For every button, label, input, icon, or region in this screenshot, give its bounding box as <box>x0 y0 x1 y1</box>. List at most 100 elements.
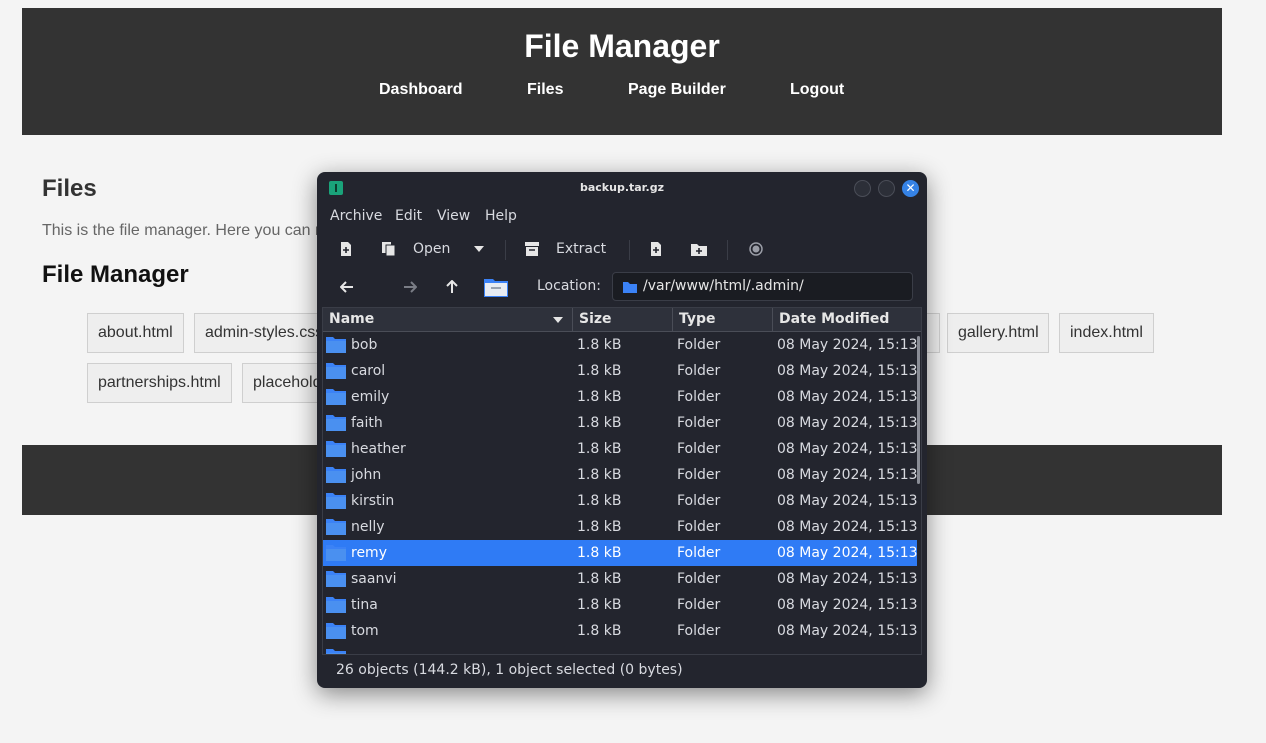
folder-icon <box>326 649 346 654</box>
table-row[interactable]: bob 1.8 kB Folder 08 May 2024, 15:13 <box>323 332 918 358</box>
section-title: Files <box>42 175 97 202</box>
menu-edit[interactable]: Edit <box>395 208 422 224</box>
nav-logout-link[interactable]: Logout <box>790 81 844 99</box>
row-date: 08 May 2024, 15:13 <box>777 519 918 535</box>
extract-button[interactable]: Extract <box>525 234 606 264</box>
file-chip[interactable]: admin-styles.css <box>194 313 324 353</box>
nav-dashboard-link[interactable]: Dashboard <box>379 81 463 99</box>
nav-files-link[interactable]: Files <box>527 81 563 99</box>
row-name: kirstin <box>351 493 395 509</box>
window-titlebar[interactable]: backup.tar.gz ✕ <box>317 172 927 204</box>
folder-icon <box>326 363 346 379</box>
nav-page-builder-link[interactable]: Page Builder <box>628 81 726 99</box>
file-chip[interactable]: gallery.html <box>947 313 1049 353</box>
row-name: carol <box>351 363 386 379</box>
column-size-header[interactable]: Size <box>573 308 673 332</box>
maximize-button[interactable] <box>878 180 895 197</box>
row-type: Folder <box>677 389 721 405</box>
row-type: Folder <box>677 623 721 639</box>
menu-archive[interactable]: Archive <box>330 208 382 224</box>
window-title: backup.tar.gz <box>579 181 664 194</box>
arrow-up-icon <box>446 280 458 293</box>
table-row[interactable] <box>323 644 917 654</box>
minimize-button[interactable] <box>854 180 871 197</box>
table-row[interactable]: heather 1.8 kB Folder 08 May 2024, 15:13 <box>323 436 918 462</box>
row-type: Folder <box>677 363 721 379</box>
row-size: 1.8 kB <box>577 623 622 639</box>
archive-manager-window: backup.tar.gz ✕ Archive Edit View Help O… <box>317 172 927 688</box>
row-size: 1.8 kB <box>577 363 622 379</box>
folder-icon <box>326 623 346 639</box>
table-row[interactable]: john 1.8 kB Folder 08 May 2024, 15:13 <box>323 462 918 488</box>
menu-help[interactable]: Help <box>485 208 517 224</box>
location-field[interactable]: /var/www/html/.admin/ <box>612 272 913 301</box>
column-date-header[interactable]: Date Modified <box>773 308 921 332</box>
row-name: emily <box>351 389 390 405</box>
arrow-right-icon <box>404 281 417 293</box>
table-row[interactable]: emily 1.8 kB Folder 08 May 2024, 15:13 <box>323 384 918 410</box>
toolbar: Open Extract <box>317 234 927 264</box>
scrollbar[interactable] <box>917 336 920 484</box>
table-row[interactable]: faith 1.8 kB Folder 08 May 2024, 15:13 <box>323 410 918 436</box>
folder-icon <box>326 519 346 535</box>
row-size: 1.8 kB <box>577 415 622 431</box>
file-chip[interactable]: index.html <box>1059 313 1154 353</box>
row-date: 08 May 2024, 15:13 <box>777 467 918 483</box>
location-label: Location: <box>537 278 601 294</box>
extract-icon <box>525 242 539 256</box>
column-name-header[interactable]: Name <box>323 308 573 332</box>
open-label: Open <box>413 241 451 257</box>
file-chip[interactable]: placehold <box>242 363 324 403</box>
open-icon <box>382 242 396 257</box>
folder-icon <box>326 415 346 431</box>
table-row[interactable]: remy 1.8 kB Folder 08 May 2024, 15:13 <box>323 540 918 566</box>
close-button[interactable]: ✕ <box>902 180 919 197</box>
row-date: 08 May 2024, 15:13 <box>777 389 918 405</box>
stop-button[interactable] <box>749 234 763 264</box>
home-folder-button[interactable] <box>484 272 508 302</box>
up-button[interactable] <box>446 272 458 302</box>
open-dropdown-button[interactable] <box>473 234 485 264</box>
menu-view[interactable]: View <box>437 208 470 224</box>
row-type: Folder <box>677 415 721 431</box>
table-row[interactable]: nelly 1.8 kB Folder 08 May 2024, 15:13 <box>323 514 918 540</box>
row-name: john <box>351 467 382 483</box>
row-size: 1.8 kB <box>577 337 622 353</box>
row-date: 08 May 2024, 15:13 <box>777 337 918 353</box>
file-chip[interactable]: partnerships.html <box>87 363 232 403</box>
table-row[interactable]: carol 1.8 kB Folder 08 May 2024, 15:13 <box>323 358 918 384</box>
add-folder-button[interactable] <box>691 234 707 264</box>
toolbar-separator <box>629 240 630 260</box>
row-name: tina <box>351 597 378 613</box>
folder-icon <box>326 545 346 561</box>
table-row[interactable]: tom 1.8 kB Folder 08 May 2024, 15:13 <box>323 618 918 644</box>
new-archive-button[interactable] <box>339 234 353 264</box>
table-row[interactable]: saanvi 1.8 kB Folder 08 May 2024, 15:13 <box>323 566 918 592</box>
folder-icon <box>623 282 637 293</box>
table-row[interactable]: tina 1.8 kB Folder 08 May 2024, 15:13 <box>323 592 918 618</box>
add-folder-icon <box>691 244 707 256</box>
status-text: 26 objects (144.2 kB), 1 object selected… <box>336 662 683 678</box>
add-files-button[interactable] <box>649 234 663 264</box>
list-header: Name Size Type Date Modified <box>323 308 921 332</box>
row-type: Folder <box>677 597 721 613</box>
extract-label: Extract <box>556 241 607 257</box>
forward-button[interactable] <box>403 272 417 302</box>
page-description: This is the file manager. Here you can m <box>42 222 317 239</box>
location-path: /var/www/html/.admin/ <box>643 278 804 294</box>
row-date: 08 May 2024, 15:13 <box>777 441 918 457</box>
location-bar: Location: /var/www/html/.admin/ <box>317 272 927 302</box>
close-icon: ✕ <box>905 181 916 195</box>
row-date: 08 May 2024, 15:13 <box>777 597 918 613</box>
row-size: 1.8 kB <box>577 597 622 613</box>
file-chip[interactable]: about.html <box>87 313 184 353</box>
row-type: Folder <box>677 337 721 353</box>
open-button[interactable]: Open <box>381 234 450 264</box>
folder-icon <box>326 493 346 509</box>
column-type-header[interactable]: Type <box>673 308 773 332</box>
new-file-icon <box>341 242 351 256</box>
back-button[interactable] <box>340 272 354 302</box>
folder-icon <box>326 571 346 587</box>
table-row[interactable]: kirstin 1.8 kB Folder 08 May 2024, 15:13 <box>323 488 918 514</box>
row-date: 08 May 2024, 15:13 <box>777 363 918 379</box>
